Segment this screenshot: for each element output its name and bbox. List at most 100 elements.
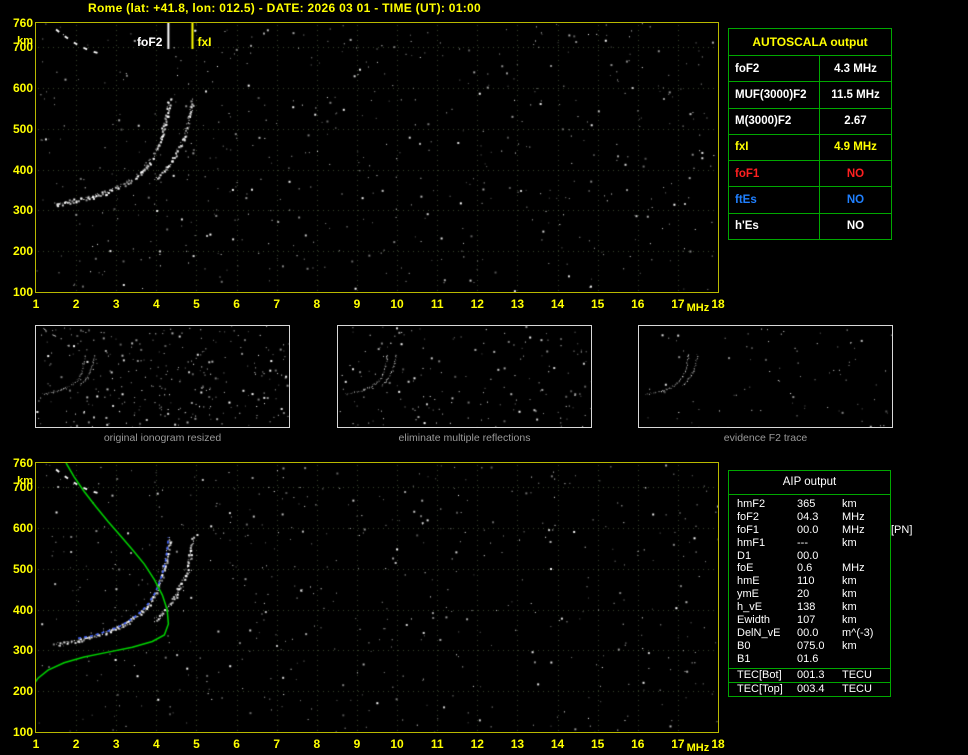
aip-output-table-main: AIP output hmF2 365 km foF2 04.3 MHz foF1 00.0 M… xyxy=(728,470,912,669)
x-tick-label: 4 xyxy=(153,737,160,751)
x-tick-label: 5 xyxy=(193,737,200,751)
autoscala-row-label: M(3000)F2 xyxy=(729,108,820,134)
autoscala-row: ftEs NO xyxy=(729,187,891,214)
profile-ionogram-canvas xyxy=(36,463,718,732)
aip-param-unit: km xyxy=(842,588,857,601)
aip-param-unit: km xyxy=(842,601,857,614)
y-tick-label: 400 xyxy=(12,162,33,177)
aip-row: B0 075.0 km xyxy=(729,640,890,653)
aip-output-table: AIP output hmF2 365 km foF2 04.3 MHz foF1 00.0 M… xyxy=(728,470,912,697)
scaled-ionogram-plot: foF2 fxI xyxy=(35,22,719,293)
x-tick-label: 7 xyxy=(273,297,281,311)
autoscala-row-label: ftEs xyxy=(729,187,820,213)
x-tick-label: 3 xyxy=(112,297,120,311)
thumbnail-caption-f2-trace: evidence F2 trace xyxy=(723,432,808,444)
aip-param-name: foF1 xyxy=(737,523,760,536)
x-tick-label: 9 xyxy=(353,297,361,311)
x-tick-label: 4 xyxy=(153,297,160,311)
y-tick-label: 760 xyxy=(12,16,33,30)
aip-param-unit: MHz xyxy=(842,523,865,536)
aip-row: hmE 110 km xyxy=(729,575,890,588)
thumbnail-multiple-reflections-removed-canvas xyxy=(338,326,591,427)
autoscala-row-value: NO xyxy=(846,167,865,180)
x-tick-label: 15 xyxy=(590,297,605,311)
aip-param-name: D1 xyxy=(737,549,752,562)
x-tick-label: 11 xyxy=(430,737,444,751)
aip-param-name: h_vE xyxy=(737,601,763,614)
x-tick-label: 9 xyxy=(353,737,361,751)
aip-param-name: TEC[Top] xyxy=(737,683,783,695)
aip-tec-row: TEC[Top] 003.4 TECU xyxy=(729,683,890,696)
y-tick-label: 100 xyxy=(12,725,33,739)
autoscala-application-window: Rome (lat: +41.8, lon: 012.5) - DATE: 20… xyxy=(0,0,968,755)
autoscala-output-table-title: AUTOSCALA output xyxy=(729,29,891,56)
aip-param-unit: MHz xyxy=(842,510,865,523)
aip-param-unit: km xyxy=(842,639,857,652)
x-tick-label: 5 xyxy=(193,297,200,311)
x-tick-label: 13 xyxy=(510,297,525,311)
aip-param-value: 04.3 xyxy=(797,510,819,523)
autoscala-row-label: fxI xyxy=(729,134,820,161)
aip-row: foF1 00.0 MHz [PN] xyxy=(729,523,912,537)
y-tick-label: 760 xyxy=(12,456,33,470)
aip-tec-box: TEC[Top] 003.4 TECU xyxy=(728,682,891,697)
x-tick-label: 2 xyxy=(72,297,80,311)
aip-tec-row: TEC[Bot] 001.3 TECU xyxy=(729,669,890,682)
y-tick-label: 200 xyxy=(12,684,33,699)
aip-row: foF2 04.3 MHz xyxy=(729,511,890,524)
x-tick-label: 6 xyxy=(233,297,240,311)
autoscala-row-label: h'Es xyxy=(729,213,820,239)
x-tick-label: 2 xyxy=(72,737,80,751)
y-tick-label: 400 xyxy=(12,602,33,617)
x-tick-label: 8 xyxy=(313,297,321,311)
aip-param-name: B0 xyxy=(737,639,751,652)
y-tick-label: 500 xyxy=(12,121,33,136)
thumbnail-caption-reflections: eliminate multiple reflections xyxy=(398,432,531,444)
x-tick-label: 10 xyxy=(390,297,404,311)
x-tick-label: 11 xyxy=(430,297,444,311)
x-tick-label: 14 xyxy=(550,737,565,751)
autoscala-row-value: 11.5 MHz xyxy=(831,88,880,101)
aip-param-value: 00.0 xyxy=(797,549,819,562)
aip-output-table-rows: hmF2 365 km foF2 04.3 MHz foF1 00.0 MHz [PN] hmF1 -… xyxy=(729,495,912,666)
x-tick-label: 1 xyxy=(32,737,40,751)
aip-row: hmF1 --- km xyxy=(729,537,890,550)
aip-param-value: 00.0 xyxy=(797,523,819,536)
aip-param-value: 001.3 xyxy=(797,669,825,681)
aip-row: h_vE 138 km xyxy=(729,601,890,614)
aip-param-name: hmE xyxy=(737,575,760,588)
autoscala-row-value: NO xyxy=(846,194,865,207)
aip-param-unit: MHz xyxy=(842,562,865,575)
autoscala-output-table-rows: foF2 4.3 MHz MUF(3000)F2 11.5 MHz M(3000)F2 2… xyxy=(729,56,891,239)
x-tick-label: 15 xyxy=(590,737,605,751)
autoscala-row: MUF(3000)F2 11.5 MHz xyxy=(729,82,891,109)
page-title: Rome (lat: +41.8, lon: 012.5) - DATE: 20… xyxy=(88,1,481,15)
aip-row: B1 01.6 xyxy=(729,653,890,666)
aip-param-name: foF2 xyxy=(737,510,760,523)
y-axis-unit-label: km xyxy=(17,35,33,47)
aip-param-value: 075.0 xyxy=(797,639,825,652)
y-tick-label: 500 xyxy=(12,561,33,576)
x-tick-label: 16 xyxy=(631,297,645,311)
aip-param-value: 110 xyxy=(797,575,815,588)
aip-param-value: 003.4 xyxy=(797,683,825,695)
autoscala-row-value: 4.3 MHz xyxy=(834,62,877,75)
autoscala-row: M(3000)F2 2.67 xyxy=(729,108,891,135)
autoscala-row-label: foF2 xyxy=(729,56,820,82)
x-tick-label: 8 xyxy=(313,737,321,751)
x-tick-label: 16 xyxy=(631,737,645,751)
aip-row: hmF2 365 km xyxy=(729,498,890,511)
thumbnail-caption-original: original ionogram resized xyxy=(103,432,222,444)
x-tick-label: 6 xyxy=(233,737,240,751)
aip-param-unit: km xyxy=(842,575,857,588)
y-axis-unit-label: km xyxy=(17,475,33,487)
aip-row: foE 0.6 MHz xyxy=(729,562,890,575)
thumbnail-multiple-reflections-removed xyxy=(337,325,592,428)
x-tick-label: 3 xyxy=(112,737,120,751)
aip-param-value: 00.0 xyxy=(797,626,819,639)
y-tick-label: 300 xyxy=(12,203,33,218)
aip-param-unit: m^(-3) xyxy=(842,626,874,639)
aip-param-value: --- xyxy=(797,536,808,549)
aip-param-value: 20 xyxy=(797,588,810,601)
aip-param-name: hmF1 xyxy=(737,536,766,549)
